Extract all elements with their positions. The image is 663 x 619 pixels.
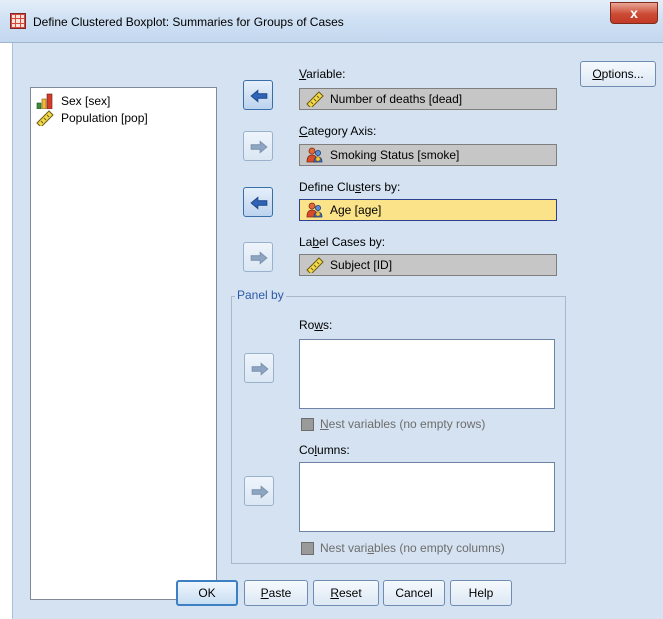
source-variable-list[interactable]: Sex [sex] Population [pop] (30, 87, 217, 600)
define-clusters-field[interactable]: Age [age] (299, 199, 557, 221)
nest-rows-label: Nest variables (no empty rows) (320, 417, 486, 431)
window-edge (0, 43, 12, 619)
columns-list[interactable] (299, 462, 555, 532)
scale-ruler-icon (306, 257, 324, 273)
label-cases-field[interactable]: Subject [ID] (299, 254, 557, 276)
label-cases-label: Label Cases by: (299, 235, 386, 249)
title-bar: Define Clustered Boxplot: Summaries for … (0, 0, 663, 43)
help-button[interactable]: Help (450, 580, 512, 606)
variable-label: Population [pop] (61, 111, 148, 125)
right-arrow-icon (251, 485, 269, 499)
move-to-define-clusters-button[interactable] (243, 187, 273, 217)
variable-field[interactable]: Number of deaths [dead] (299, 88, 557, 110)
right-arrow-icon (251, 362, 269, 376)
variable-value: Number of deaths [dead] (330, 92, 463, 106)
rows-list[interactable] (299, 339, 555, 409)
right-arrow-icon (250, 251, 268, 265)
move-to-columns-button[interactable] (244, 476, 274, 506)
category-axis-label: Category Axis: (299, 124, 377, 138)
nominal-people-icon (306, 147, 324, 163)
window-title: Define Clustered Boxplot: Summaries for … (33, 15, 344, 29)
define-clusters-label: Define Clusters by: (299, 180, 401, 194)
move-to-category-axis-button[interactable] (243, 131, 273, 161)
variable-label: Sex [sex] (61, 94, 111, 108)
panel-by-legend: Panel by (235, 288, 286, 302)
ok-button[interactable]: OK (176, 580, 238, 606)
nest-columns-checkbox[interactable] (301, 542, 314, 555)
options-button[interactable]: Options... (580, 61, 656, 87)
spss-grid-icon (10, 13, 26, 29)
move-to-rows-button[interactable] (244, 353, 274, 383)
reset-button[interactable]: Reset (313, 580, 379, 606)
right-arrow-icon (250, 140, 268, 154)
cancel-button[interactable]: Cancel (383, 580, 445, 606)
nest-columns-label: Nest variables (no empty columns) (320, 541, 505, 555)
left-arrow-icon (250, 89, 268, 103)
left-arrow-icon (250, 196, 268, 210)
scale-ruler-icon (35, 110, 55, 126)
ordinal-bar-icon (35, 93, 55, 109)
columns-label: Columns: (299, 443, 350, 457)
rows-label: Rows: (299, 318, 333, 332)
label-cases-value: Subject [ID] (330, 258, 393, 272)
variable-label: Variable: (299, 67, 346, 81)
category-axis-field[interactable]: Smoking Status [smoke] (299, 144, 557, 166)
paste-button[interactable]: Paste (244, 580, 308, 606)
close-button[interactable]: x (610, 2, 658, 24)
nest-rows-checkbox[interactable] (301, 418, 314, 431)
scale-ruler-icon (306, 91, 324, 107)
define-clusters-value: Age [age] (330, 203, 382, 217)
nominal-people-icon (306, 202, 324, 218)
category-axis-value: Smoking Status [smoke] (330, 148, 460, 162)
move-to-variable-button[interactable] (243, 80, 273, 110)
move-to-label-cases-button[interactable] (243, 242, 273, 272)
